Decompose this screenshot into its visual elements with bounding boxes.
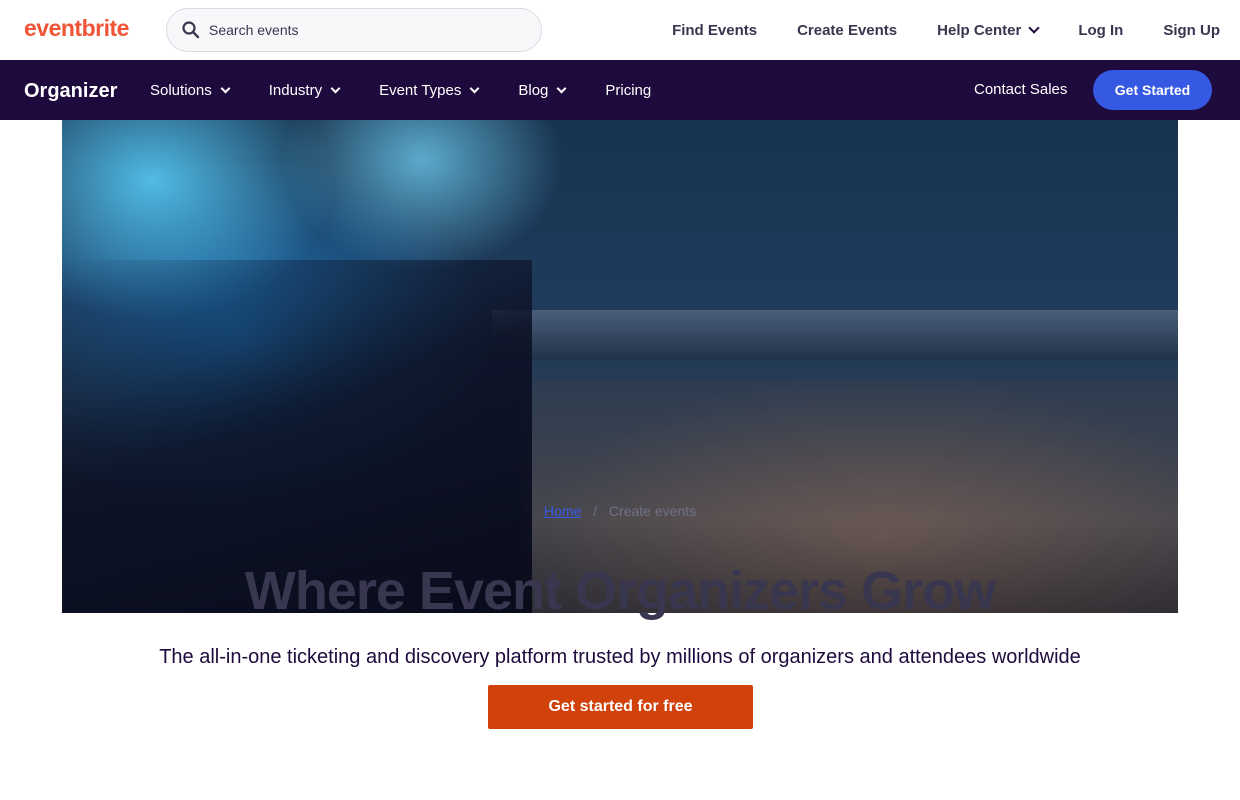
organizer-nav: Solutions Industry Event Types Blog Pric…	[130, 60, 671, 120]
eventbrite-logo[interactable]: eventbrite	[24, 15, 129, 42]
org-nav-blog[interactable]: Blog	[498, 60, 585, 120]
org-nav-industry[interactable]: Industry	[249, 60, 359, 120]
organizer-title[interactable]: Organizer	[24, 80, 117, 103]
org-nav-label: Solutions	[150, 81, 212, 99]
nav-label: Find Events	[672, 21, 758, 39]
org-nav-solutions[interactable]: Solutions	[130, 60, 249, 120]
org-nav-label: Pricing	[605, 81, 652, 99]
get-started-free-button[interactable]: Get started for free	[488, 685, 753, 729]
org-nav-label: Industry	[268, 81, 323, 99]
hero-subtitle: The all-in-one ticketing and discovery p…	[159, 646, 1081, 668]
breadcrumb-home-link[interactable]: Home	[544, 503, 581, 519]
org-nav-event-types[interactable]: Event Types	[359, 60, 498, 120]
hero-image	[62, 120, 1178, 613]
nav-create-events[interactable]: Create Events	[777, 0, 917, 60]
top-header: eventbrite Find Events Create Events Hel…	[0, 0, 1240, 60]
nav-find-events[interactable]: Find Events	[652, 0, 777, 60]
chevron-down-icon	[556, 83, 567, 93]
search-input[interactable]	[209, 22, 509, 38]
nav-help-center[interactable]: Help Center	[917, 0, 1058, 60]
hero-balcony-shape	[492, 310, 1178, 360]
top-nav: Find Events Create Events Help Center Lo…	[652, 0, 1240, 60]
chevron-down-icon	[1028, 21, 1040, 34]
org-nav-label: Blog	[518, 81, 549, 99]
search-icon	[181, 20, 201, 40]
contact-sales-link[interactable]: Contact Sales	[974, 81, 1067, 98]
org-nav-pricing[interactable]: Pricing	[585, 60, 671, 120]
nav-sign-up[interactable]: Sign Up	[1143, 0, 1240, 60]
hero-title: Where Event Organizers Grow	[244, 561, 996, 621]
breadcrumb-current: Create events	[608, 503, 697, 519]
nav-label: Create Events	[797, 21, 898, 39]
org-nav-label: Event Types	[379, 81, 462, 99]
nav-log-in[interactable]: Log In	[1058, 0, 1143, 60]
nav-label: Log In	[1078, 21, 1124, 39]
get-started-button[interactable]: Get Started	[1093, 70, 1212, 110]
search-bar[interactable]	[166, 8, 542, 52]
organizer-bar: Organizer Solutions Industry Event Types…	[0, 60, 1240, 120]
chevron-down-icon	[330, 83, 341, 93]
chevron-down-icon	[220, 83, 231, 93]
chevron-down-icon	[469, 83, 480, 93]
breadcrumb: Home / Create events	[0, 503, 1240, 519]
breadcrumb-separator: /	[593, 503, 598, 519]
nav-label: Sign Up	[1163, 21, 1220, 39]
nav-label: Help Center	[937, 21, 1022, 39]
